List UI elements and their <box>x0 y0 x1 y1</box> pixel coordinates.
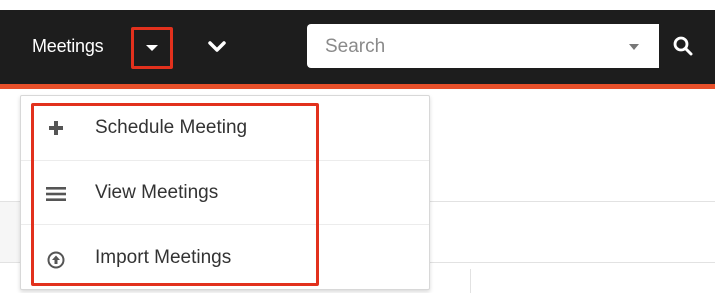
menu-item-label: Import Meetings <box>95 247 232 268</box>
search-scope-caret-icon[interactable] <box>629 44 639 50</box>
module-dropdown-toggle[interactable] <box>131 27 173 69</box>
search-placeholder: Search <box>325 36 386 57</box>
menu-item-label: View Meetings <box>95 182 219 203</box>
top-navbar: Meetings Search <box>0 10 715 84</box>
menu-item-import-meetings[interactable]: Import Meetings <box>21 224 429 288</box>
menu-item-schedule-meeting[interactable]: Schedule Meeting <box>21 96 429 160</box>
upload-circle-icon <box>45 249 67 271</box>
content-divider <box>470 269 471 293</box>
search-input[interactable]: Search <box>307 24 659 68</box>
menu-item-view-meetings[interactable]: View Meetings <box>21 160 429 224</box>
menu-item-label: Schedule Meeting <box>95 117 248 138</box>
search-button[interactable] <box>659 24 707 68</box>
list-icon <box>45 183 67 205</box>
caret-down-icon <box>146 45 158 51</box>
content-left-band <box>0 201 20 263</box>
plus-icon <box>45 117 67 139</box>
module-actions-dropdown: Schedule Meeting View Meetings Import Me… <box>20 95 430 290</box>
module-label[interactable]: Meetings <box>32 36 104 57</box>
search-icon <box>673 36 693 56</box>
chevron-down-icon <box>208 41 226 52</box>
module-tab-meetings[interactable]: Meetings <box>0 10 190 84</box>
more-modules-button[interactable] <box>200 30 234 64</box>
document-caption-strip <box>0 0 715 10</box>
